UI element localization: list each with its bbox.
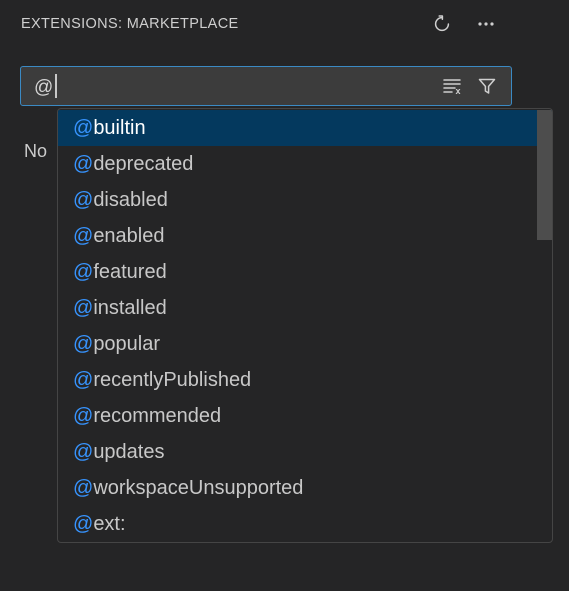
suggestion-item[interactable]: @builtin	[58, 110, 552, 146]
more-actions-icon[interactable]	[475, 13, 497, 35]
search-actions: x	[441, 75, 505, 97]
suggestion-prefix: @	[73, 117, 94, 139]
suggestion-item[interactable]: @featured	[58, 254, 552, 290]
suggestion-name: popular	[93, 333, 161, 355]
suggestion-name: deprecated	[93, 153, 194, 175]
header-actions	[431, 13, 551, 35]
suggestion-item-label: @featured	[73, 262, 167, 282]
page-title: EXTENSIONS: MARKETPLACE	[21, 15, 239, 32]
suggestion-item-label: @popular	[73, 334, 160, 354]
suggestion-prefix: @	[73, 405, 94, 427]
suggestion-prefix: @	[73, 477, 94, 499]
suggestion-list: @builtin @deprecated @disabled @enabled @fea…	[58, 109, 552, 542]
suggestion-item[interactable]: @ext:	[58, 506, 552, 542]
suggestion-item[interactable]: @popular	[58, 326, 552, 362]
suggestion-item[interactable]: @recentlyPublished	[58, 362, 552, 398]
dropdown-scrollbar[interactable]	[537, 110, 552, 240]
suggestion-item-label: @ext:	[73, 514, 126, 534]
panel-header: EXTENSIONS: MARKETPLACE	[0, 0, 569, 47]
suggestion-item-label: @deprecated	[73, 154, 193, 174]
search-input-value: @	[34, 76, 54, 98]
suggestion-prefix: @	[73, 189, 94, 211]
suggestion-name: featured	[93, 261, 167, 283]
suggestion-item[interactable]: @updates	[58, 434, 552, 470]
svg-text:x: x	[456, 86, 461, 96]
suggestion-item-label: @recommended	[73, 406, 221, 426]
suggestion-dropdown[interactable]: @builtin @deprecated @disabled @enabled @fea…	[57, 108, 553, 543]
suggestion-name: installed	[93, 297, 167, 319]
refresh-icon[interactable]	[431, 13, 453, 35]
suggestion-name: updates	[93, 441, 165, 463]
suggestion-prefix: @	[73, 297, 94, 319]
suggestion-name: enabled	[93, 225, 165, 247]
suggestion-prefix: @	[73, 225, 94, 247]
suggestion-item[interactable]: @deprecated	[58, 146, 552, 182]
suggestion-item-label: @updates	[73, 442, 164, 462]
suggestion-item[interactable]: @workspaceUnsupported	[58, 470, 552, 506]
suggestion-prefix: @	[73, 441, 94, 463]
suggestion-prefix: @	[73, 513, 94, 535]
suggestion-item-label: @recentlyPublished	[73, 370, 251, 390]
suggestion-name: recentlyPublished	[93, 369, 252, 391]
suggestion-prefix: @	[73, 369, 94, 391]
suggestion-name: workspaceUnsupported	[93, 477, 304, 499]
suggestion-item[interactable]: @enabled	[58, 218, 552, 254]
suggestion-prefix: @	[73, 333, 94, 355]
suggestion-item-label: @enabled	[73, 226, 165, 246]
suggestion-item-label: @workspaceUnsupported	[73, 478, 303, 498]
empty-state-message: No	[24, 141, 48, 161]
suggestion-name: ext:	[93, 513, 126, 535]
filter-icon[interactable]	[476, 75, 498, 97]
suggestion-prefix: @	[73, 261, 94, 283]
suggestion-prefix: @	[73, 153, 94, 175]
suggestion-item-label: @disabled	[73, 190, 168, 210]
suggestion-item-label: @installed	[73, 298, 167, 318]
search-input[interactable]: @ x	[20, 66, 512, 106]
clear-search-results-icon[interactable]: x	[441, 75, 463, 97]
search-input-area[interactable]	[57, 67, 441, 105]
suggestion-name: builtin	[93, 117, 146, 139]
suggestion-item-label: @builtin	[73, 118, 146, 138]
suggestion-name: disabled	[93, 189, 168, 211]
suggestion-item[interactable]: @disabled	[58, 182, 552, 218]
suggestion-item[interactable]: @installed	[58, 290, 552, 326]
suggestion-name: recommended	[93, 405, 222, 427]
suggestion-item[interactable]: @recommended	[58, 398, 552, 434]
